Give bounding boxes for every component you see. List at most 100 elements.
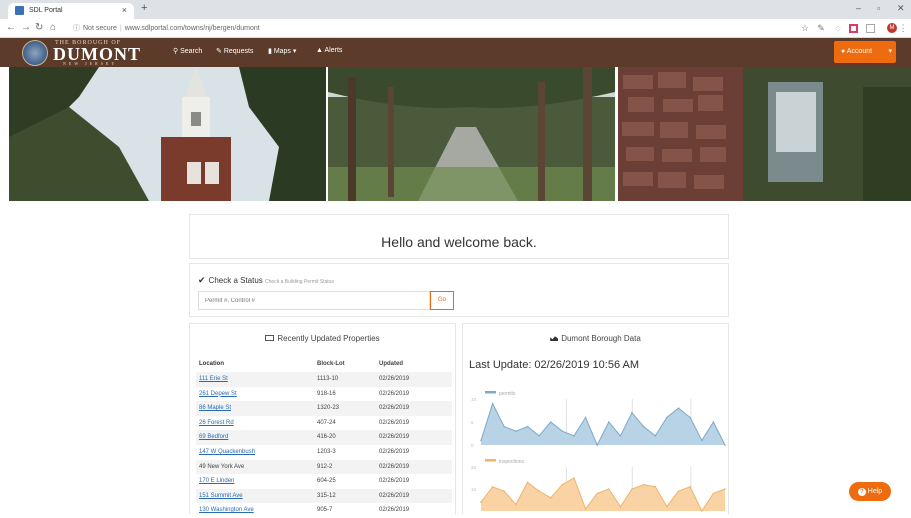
extension-circle-icon[interactable]: ◌ — [833, 23, 843, 33]
extension-pen-icon[interactable]: ✎ — [816, 23, 826, 33]
cell-blocklot: 1203-3 — [317, 448, 336, 455]
site-favicon-icon — [15, 6, 24, 15]
chevron-down-icon: ▾ — [292, 48, 297, 55]
borough-data-title: Dumont Borough Data — [561, 334, 641, 343]
cell-updated: 02/26/2019 — [379, 419, 410, 426]
data-point — [689, 416, 691, 419]
window-close-icon[interactable]: ✕ — [897, 3, 905, 14]
nav-search[interactable]: ⚲ Search — [173, 47, 202, 55]
data-point — [491, 486, 494, 488]
property-location-link[interactable]: 69 Bedford — [199, 434, 228, 440]
nav-alerts[interactable]: ▲ Alerts — [316, 47, 342, 54]
site-navbar: THE BOROUGH OF DUMONT NEW JERSEY ⚲ Searc… — [0, 38, 911, 67]
browser-tab[interactable]: SDL Portal × — [8, 3, 134, 19]
restore-icon[interactable]: ▫ — [877, 3, 880, 13]
cell-updated: 02/26/2019 — [379, 390, 410, 397]
bookmark-star-icon[interactable]: ☆ — [800, 23, 810, 33]
borough-seal-icon[interactable] — [22, 40, 48, 66]
nav-maps[interactable]: ▮ Maps ▾ — [268, 47, 296, 55]
hero-image-stone-house — [618, 67, 911, 201]
nav-requests[interactable]: ✎ Requests — [216, 47, 253, 55]
data-point — [701, 439, 703, 442]
permit-search-input[interactable] — [198, 291, 430, 310]
borough-data-card: Dumont Borough Data Last Update: 02/26/2… — [462, 323, 729, 514]
data-point — [503, 425, 505, 428]
data-point — [584, 508, 587, 510]
data-point — [654, 486, 657, 488]
data-point — [677, 407, 680, 409]
y-tick-label: 0 — [471, 443, 474, 448]
data-point — [549, 421, 552, 423]
property-location-link[interactable]: 111 Erie St — [199, 376, 228, 382]
permits-chart: permits 0 5 10 — [469, 389, 727, 449]
new-tab-icon[interactable]: + — [141, 2, 147, 14]
property-location-link[interactable]: 261 Depew St — [199, 391, 237, 397]
data-point — [666, 416, 668, 419]
info-icon[interactable]: ⓘ — [73, 25, 80, 32]
property-location-link[interactable]: 86 Maple St — [199, 405, 231, 411]
account-label: Account — [846, 48, 873, 55]
column-header-updated: Updated — [379, 361, 403, 367]
data-point — [689, 486, 691, 488]
address-bar[interactable]: ⓘ Not secure | www.sdlportal.com/towns/nj/b… — [73, 22, 793, 35]
account-button[interactable]: ● Account ▾ — [834, 41, 896, 63]
status-title: ✔ Check a Status Check a Building Permit … — [198, 275, 334, 286]
home-icon[interactable]: ⌂ — [50, 22, 56, 33]
extension-box-icon[interactable] — [866, 24, 875, 33]
property-location-link[interactable]: 130 Washington Ave — [199, 507, 254, 513]
check-status-card: ✔ Check a Status Check a Building Permit … — [189, 263, 729, 317]
data-point — [538, 435, 540, 437]
logo-subtitle: NEW JERSEY — [63, 61, 118, 66]
data-point — [724, 444, 726, 446]
extension-square-icon[interactable] — [849, 24, 858, 33]
data-point — [515, 430, 517, 432]
reload-icon[interactable]: ↻ — [35, 22, 43, 33]
table-row: 147 W Quackenbush 1203-3 02/26/2019 — [196, 445, 452, 460]
go-button[interactable]: Go — [430, 291, 454, 310]
cell-location: 151 Summit Ave — [199, 489, 243, 504]
property-location-link[interactable]: 151 Summit Ave — [199, 493, 243, 499]
help-button[interactable]: ? Help — [849, 482, 891, 501]
chevron-down-icon: ▾ — [888, 48, 892, 55]
property-location-link[interactable]: 170 E Linden — [199, 478, 234, 484]
minimize-icon[interactable]: – — [856, 3, 861, 13]
property-location-link[interactable]: 26 Forest Rd — [199, 420, 234, 426]
table-row: 26 Forest Rd 407-24 02/26/2019 — [196, 416, 452, 431]
legend-label: permits — [499, 391, 516, 397]
tab-close-icon[interactable]: × — [122, 5, 127, 15]
pencil-icon: ✎ — [216, 48, 222, 55]
cell-updated: 02/26/2019 — [379, 492, 410, 499]
cell-location: 111 Erie St — [199, 372, 228, 387]
data-point — [573, 477, 575, 479]
permits-chart-svg: permits 0 5 10 — [471, 391, 726, 448]
question-icon: ? — [857, 488, 866, 496]
data-point — [480, 439, 482, 442]
data-point — [503, 490, 505, 492]
cell-blocklot: 918-16 — [317, 390, 336, 397]
legend-label: inspections — [499, 459, 525, 465]
data-point — [491, 402, 494, 405]
profile-avatar[interactable]: M — [887, 23, 897, 33]
cell-updated: 02/26/2019 — [379, 405, 410, 412]
data-point — [584, 416, 587, 419]
menu-dots-icon[interactable]: ⋮ — [898, 23, 908, 33]
cell-location: 69 Bedford — [199, 430, 228, 445]
cell-blocklot: 604-25 — [317, 478, 336, 485]
bell-icon: ▲ — [316, 47, 323, 54]
data-point — [561, 483, 564, 486]
data-point — [619, 505, 622, 508]
cell-blocklot: 407-24 — [317, 419, 336, 426]
data-point — [596, 492, 598, 495]
back-icon[interactable]: ← — [6, 22, 16, 33]
table-row: 49 New York Ave 912-2 02/26/2019 — [196, 459, 452, 475]
forward-icon[interactable]: → — [21, 22, 31, 33]
cell-location: 261 Depew St — [199, 387, 237, 402]
data-point — [677, 490, 680, 492]
borough-data-header: Dumont Borough Data — [463, 334, 728, 343]
data-point — [573, 435, 575, 437]
column-header-location: Location — [199, 361, 224, 367]
data-point — [666, 505, 668, 508]
nav-maps-label: Maps — [273, 48, 291, 55]
property-location-link[interactable]: 147 W Quackenbush — [199, 449, 255, 455]
data-point — [619, 435, 622, 437]
